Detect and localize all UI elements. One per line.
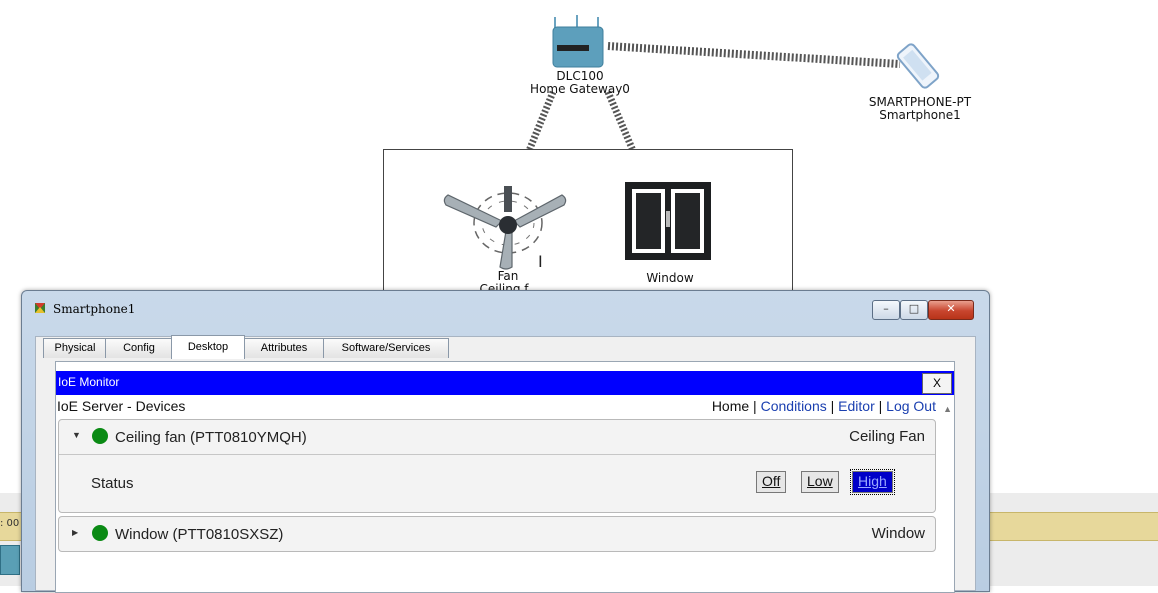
ceiling-fan-icon[interactable]: I xyxy=(440,183,575,273)
device-type: Ceiling Fan xyxy=(849,428,925,445)
device-card-ceiling-fan: ▼ Ceiling fan (PTT0810YMQH) Ceiling Fan … xyxy=(58,419,936,513)
gateway-label: DLC100 Home Gateway0 xyxy=(520,70,640,96)
nav-home-link[interactable]: Home xyxy=(712,398,749,414)
home-gateway-icon[interactable] xyxy=(551,15,607,70)
tab-physical[interactable]: Physical xyxy=(43,338,107,358)
ioe-subheader: IoE Server - Devices Home | Conditions |… xyxy=(56,398,954,416)
device-type: Window xyxy=(871,525,925,542)
ioe-monitor-title: IoE Monitor xyxy=(58,375,120,389)
nav-separator: | xyxy=(749,398,761,414)
device-row-window[interactable]: ▶ Window (PTT0810SXSZ) Window xyxy=(59,517,935,551)
device-name: Ceiling fan (PTT0810YMQH) xyxy=(115,429,307,446)
fan-low-button[interactable]: Low xyxy=(801,471,839,493)
nav-separator: | xyxy=(826,398,839,414)
window-title: Smartphone1 xyxy=(53,302,136,316)
window-device-icon[interactable] xyxy=(624,181,712,261)
caret-down-icon[interactable]: ▼ xyxy=(72,430,81,440)
window-device-label: Window xyxy=(646,271,694,285)
status-label: Status xyxy=(91,475,134,492)
maximize-icon: □ xyxy=(908,302,920,315)
maximize-button[interactable]: □ xyxy=(900,300,928,320)
minimize-icon: – xyxy=(883,302,889,315)
device-row-ceiling-fan[interactable]: ▼ Ceiling fan (PTT0810YMQH) Ceiling Fan xyxy=(59,420,935,454)
ioe-nav: Home | Conditions | Editor | Log Out xyxy=(712,398,936,414)
smartphone-name: Smartphone1 xyxy=(879,108,961,122)
fan-off-button[interactable]: Off xyxy=(756,471,787,493)
ioe-close-button[interactable]: X xyxy=(922,373,952,394)
device-tool-icon[interactable] xyxy=(0,545,20,575)
nav-logout-link[interactable]: Log Out xyxy=(886,398,936,414)
nav-editor-link[interactable]: Editor xyxy=(838,398,875,414)
fan-high-button[interactable]: High xyxy=(850,469,895,495)
window-titlebar[interactable]: Smartphone1 – □ ✕ xyxy=(22,291,989,325)
nav-conditions-link[interactable]: Conditions xyxy=(761,398,827,414)
tab-attributes[interactable]: Attributes xyxy=(243,338,325,358)
svg-text:I: I xyxy=(538,252,543,271)
status-online-dot xyxy=(92,428,108,444)
device-card-window: ▶ Window (PTT0810SXSZ) Window xyxy=(58,516,936,552)
status-row: Status Off Low High xyxy=(59,454,935,512)
close-button[interactable]: ✕ xyxy=(928,300,974,320)
tab-software-services[interactable]: Software/Services xyxy=(323,338,449,358)
timeline-bar-right xyxy=(989,512,1158,541)
scroll-up-arrow-icon[interactable]: ▲ xyxy=(943,404,952,414)
smartphone-window[interactable]: Smartphone1 – □ ✕ Physical Config Deskto… xyxy=(21,290,990,593)
smartphone-label: SMARTPHONE-PT Smartphone1 xyxy=(855,96,985,122)
caret-right-icon[interactable]: ▶ xyxy=(72,528,78,537)
timeline-time: : 00 xyxy=(0,518,20,529)
tab-config[interactable]: Config xyxy=(105,338,173,358)
gateway-name: Home Gateway0 xyxy=(530,82,630,96)
smartphone-icon[interactable] xyxy=(888,42,950,92)
device-name: Window (PTT0810SXSZ) xyxy=(115,526,284,543)
packet-tracer-icon xyxy=(35,303,45,313)
minimize-button[interactable]: – xyxy=(872,300,900,320)
fan-sublabel: Ceiling f xyxy=(479,283,529,290)
nav-separator: | xyxy=(874,398,887,414)
desktop-content: IoE Monitor X IoE Server - Devices Home … xyxy=(55,361,955,593)
link-gateway-smartphone xyxy=(607,42,901,68)
tab-desktop[interactable]: Desktop xyxy=(171,335,245,359)
ioe-subtitle: IoE Server - Devices xyxy=(57,398,186,414)
ioe-monitor-header: IoE Monitor X xyxy=(56,371,954,395)
status-online-dot xyxy=(92,525,108,541)
close-icon: ✕ xyxy=(946,302,956,315)
fan-label: Fan xyxy=(497,269,519,283)
